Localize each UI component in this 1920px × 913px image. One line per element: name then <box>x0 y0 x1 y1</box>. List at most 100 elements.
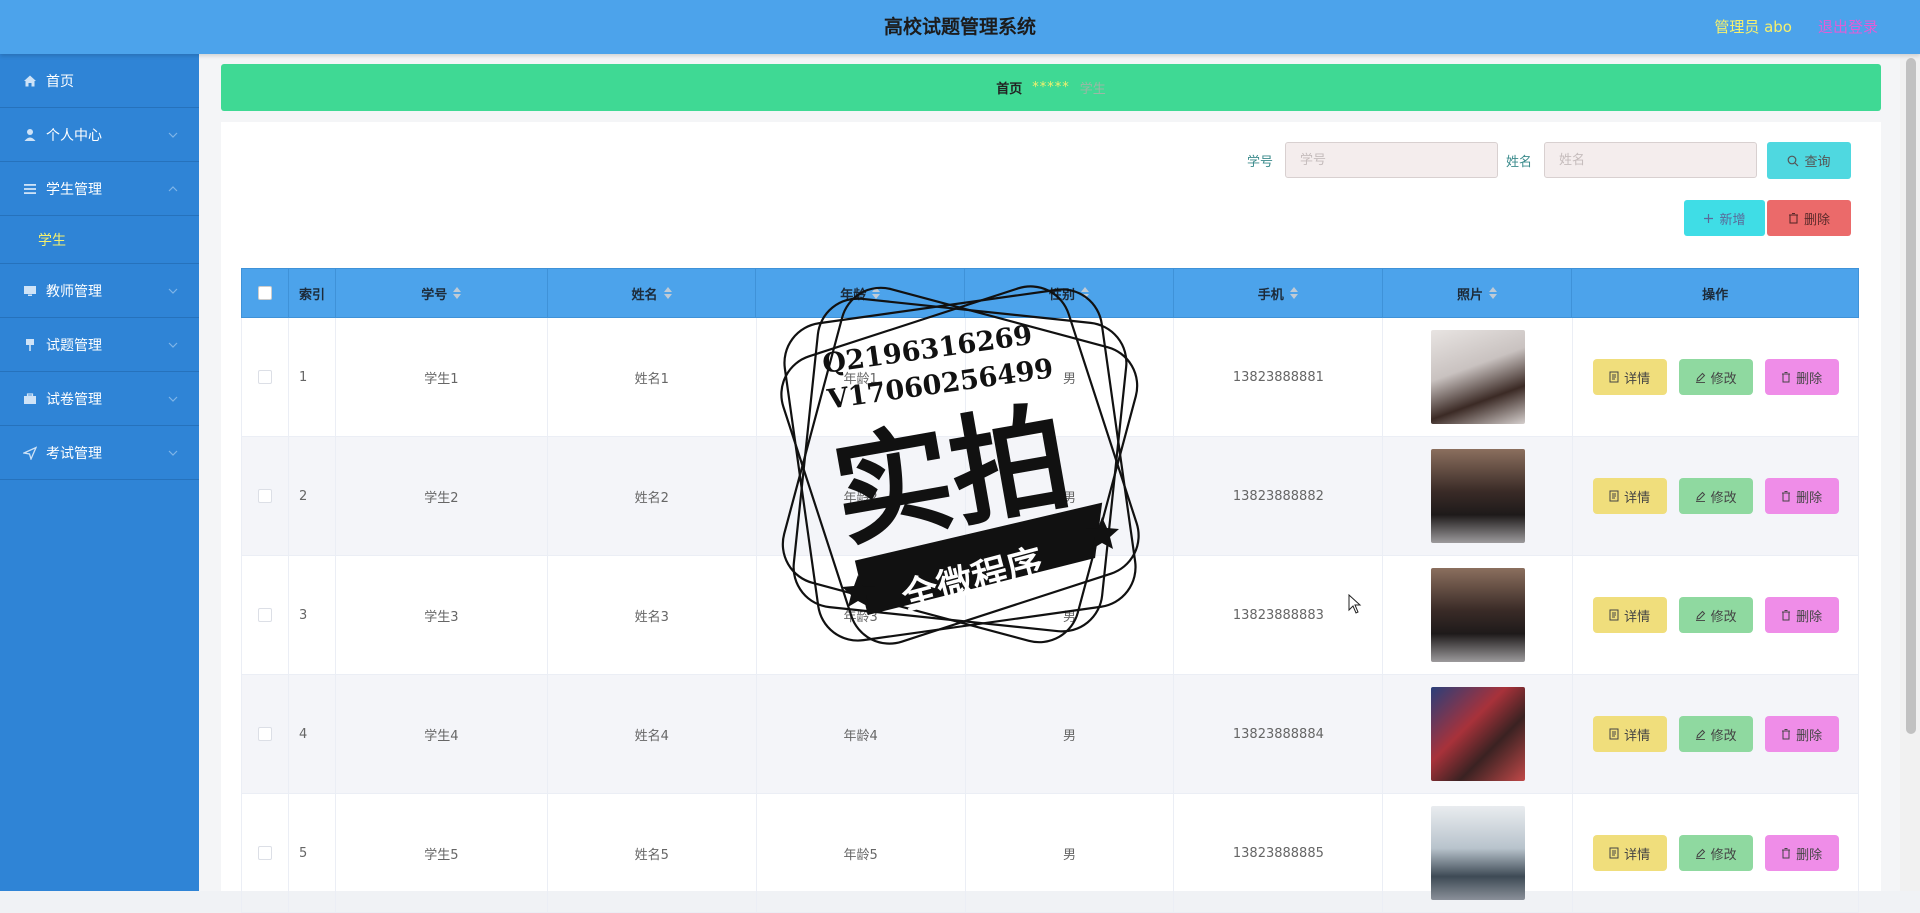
sidebar-item-label: 考试管理 <box>46 445 102 462</box>
edit-button[interactable]: 修改 <box>1678 716 1753 752</box>
cell-name: 姓名5 <box>548 794 757 912</box>
chevron-down-icon <box>168 288 178 294</box>
header-age[interactable]: 年龄 <box>756 269 966 317</box>
edit-icon <box>1695 848 1706 859</box>
row-checkbox[interactable] <box>257 489 272 503</box>
detail-button[interactable]: 详情 <box>1592 597 1667 633</box>
cell-phone: 13823888881 <box>1174 318 1384 436</box>
trash-icon <box>1781 609 1791 621</box>
name-input[interactable] <box>1544 142 1757 178</box>
student-photo[interactable] <box>1430 330 1525 424</box>
edit-button[interactable]: 修改 <box>1678 359 1753 395</box>
sidebar-item-profile[interactable]: 个人中心 <box>0 108 199 162</box>
row-delete-button[interactable]: 删除 <box>1764 597 1839 633</box>
cell-student-id: 学生3 <box>336 556 548 674</box>
cell-actions: 详情 修改 删除 <box>1573 675 1860 793</box>
sort-icon[interactable] <box>453 287 462 299</box>
detail-button[interactable]: 详情 <box>1592 478 1667 514</box>
student-photo[interactable] <box>1430 449 1525 543</box>
row-checkbox[interactable] <box>257 608 272 622</box>
document-icon <box>1609 847 1619 859</box>
sort-icon[interactable] <box>1080 287 1089 299</box>
batch-delete-button[interactable]: 删除 <box>1767 200 1851 236</box>
row-checkbox[interactable] <box>257 846 272 860</box>
detail-button[interactable]: 详情 <box>1592 359 1667 395</box>
row-delete-button[interactable]: 删除 <box>1764 359 1839 395</box>
cell-age: 年龄5 <box>757 794 966 912</box>
sidebar-item-papers[interactable]: 试卷管理 <box>0 372 199 426</box>
student-photo[interactable] <box>1430 568 1525 662</box>
header-name[interactable]: 姓名 <box>548 269 757 317</box>
query-button[interactable]: 查询 <box>1767 142 1851 179</box>
table-row: 4 学生4 姓名4 年龄4 男 13823888884 详情 修改 删除 <box>241 675 1860 794</box>
edit-button[interactable]: 修改 <box>1678 478 1753 514</box>
content-panel: 学号 姓名 查询 新增 删除 索引 学号 姓名 年龄 性别 手机 照片 <box>221 122 1881 913</box>
cell-index: 5 <box>289 794 336 912</box>
cell-student-id: 学生1 <box>336 318 548 436</box>
cell-index: 4 <box>289 675 336 793</box>
query-label: 查询 <box>1804 155 1831 170</box>
row-checkbox[interactable] <box>257 370 272 384</box>
sidebar-subitem-student[interactable]: 学生 <box>0 216 199 264</box>
logout-link[interactable]: 退出登录 <box>1818 0 1878 54</box>
row-delete-button[interactable]: 删除 <box>1764 478 1839 514</box>
add-button[interactable]: 新增 <box>1684 200 1765 236</box>
cell-student-id: 学生2 <box>336 437 548 555</box>
header-student-id[interactable]: 学号 <box>336 269 548 317</box>
row-select-cell <box>242 318 289 436</box>
cell-phone: 13823888882 <box>1174 437 1384 555</box>
table-body: 1 学生1 姓名1 年龄1 男 13823888881 详情 修改 删除 2 学… <box>241 318 1860 913</box>
student-photo[interactable] <box>1430 687 1525 781</box>
cell-gender: 男 <box>966 437 1175 555</box>
batch-delete-label: 删除 <box>1803 212 1830 228</box>
cell-index: 3 <box>289 556 336 674</box>
document-icon <box>1609 609 1619 621</box>
select-all-checkbox[interactable] <box>257 286 272 300</box>
sidebar-item-label: 学生管理 <box>46 181 102 198</box>
edit-icon <box>1695 491 1706 502</box>
sidebar-item-home[interactable]: 首页 <box>0 54 199 108</box>
cell-student-id: 学生4 <box>336 675 548 793</box>
plus-icon <box>1703 213 1714 224</box>
row-delete-button[interactable]: 删除 <box>1764 716 1839 752</box>
table-row: 3 学生3 姓名3 年龄3 男 13823888883 详情 修改 删除 <box>241 556 1860 675</box>
scrollbar-thumb[interactable] <box>1906 58 1916 734</box>
cell-photo <box>1383 318 1574 436</box>
row-checkbox[interactable] <box>257 727 272 741</box>
cell-actions: 详情 修改 删除 <box>1573 794 1860 912</box>
header-select-all <box>242 269 289 317</box>
student-photo[interactable] <box>1430 806 1525 900</box>
detail-button[interactable]: 详情 <box>1592 716 1667 752</box>
detail-button[interactable]: 详情 <box>1592 835 1667 871</box>
sidebar-item-label: 试题管理 <box>46 337 102 354</box>
app-title: 高校试题管理系统 <box>883 16 1036 38</box>
student-id-input[interactable] <box>1285 142 1498 178</box>
pin-icon <box>22 337 38 353</box>
document-icon <box>1609 371 1619 383</box>
sort-icon[interactable] <box>1289 287 1298 299</box>
sidebar-item-students[interactable]: 学生管理 <box>0 162 199 216</box>
sidebar-item-teachers[interactable]: 教师管理 <box>0 264 199 318</box>
edit-button[interactable]: 修改 <box>1678 597 1753 633</box>
add-label: 新增 <box>1719 212 1746 228</box>
header-phone[interactable]: 手机 <box>1174 269 1383 317</box>
sidebar-item-label: 首页 <box>46 73 74 90</box>
sort-icon[interactable] <box>663 287 672 299</box>
chevron-down-icon <box>168 396 178 402</box>
breadcrumb-home[interactable]: 首页 <box>996 78 1022 97</box>
breadcrumb-separator: ***** <box>1032 80 1070 95</box>
sort-icon[interactable] <box>1488 287 1497 299</box>
cell-index: 2 <box>289 437 336 555</box>
edit-button[interactable]: 修改 <box>1678 835 1753 871</box>
cell-actions: 详情 修改 删除 <box>1573 556 1860 674</box>
sort-icon[interactable] <box>872 287 881 299</box>
header-gender[interactable]: 性别 <box>965 269 1174 317</box>
row-delete-button[interactable]: 删除 <box>1764 835 1839 871</box>
trash-icon <box>1781 728 1791 740</box>
user-icon <box>22 127 38 143</box>
current-user: 管理员 abo <box>1714 18 1792 36</box>
header-photo[interactable]: 照片 <box>1383 269 1573 317</box>
sidebar-item-questions[interactable]: 试题管理 <box>0 318 199 372</box>
sidebar-item-exams[interactable]: 考试管理 <box>0 426 199 480</box>
document-icon <box>1609 490 1619 502</box>
